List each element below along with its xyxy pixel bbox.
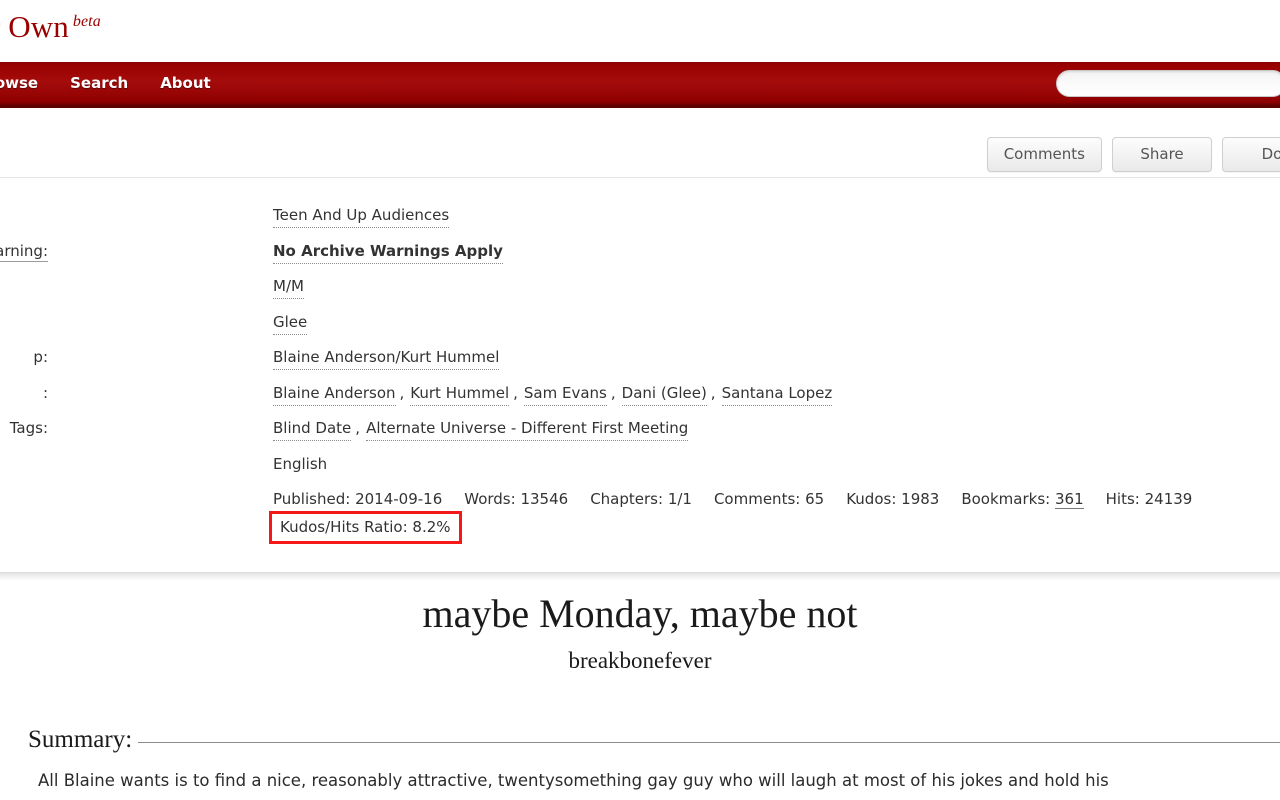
meta-row-additional-tags: Tags: Blind Date, Alternate Universe - D… <box>0 418 1280 441</box>
stat-chapters: Chapters: 1/1 <box>590 487 692 511</box>
meta-values-category: M/M <box>273 276 304 299</box>
stat-hits: Hits: 24139 <box>1106 487 1193 511</box>
download-button[interactable]: Do <box>1222 137 1280 172</box>
nav-item-search[interactable]: Search <box>54 62 144 105</box>
stat-value: 1/1 <box>667 490 692 508</box>
tag-character[interactable]: Santana Lopez <box>721 383 833 406</box>
work-heading: maybe Monday, maybe not breakbonefever <box>0 588 1280 678</box>
meta-label-characters: : <box>42 383 48 402</box>
stat-kudos: Kudos: 1983 <box>846 487 939 511</box>
work-actions-row: Comments Share Do <box>0 108 1280 178</box>
stat-comments: Comments: 65 <box>714 487 824 511</box>
site-header: ive of Our Ownbeta <box>0 0 1280 62</box>
stat-value: 24139 <box>1144 490 1193 508</box>
stat-value: 1983 <box>901 490 940 508</box>
summary-heading: Summary: <box>28 726 1280 754</box>
meta-row-fandom: Glee <box>0 312 1280 335</box>
tag-category[interactable]: M/M <box>273 276 304 299</box>
work-author-link[interactable]: breakbonefever <box>0 644 1280 678</box>
page-root: ive of Our Ownbeta Browse Search About C… <box>0 0 1280 800</box>
tag-character[interactable]: Kurt Hummel <box>410 383 510 406</box>
site-logo-title[interactable]: ive of Our Ownbeta <box>0 9 101 45</box>
stat-bookmarks: Bookmarks: 361 <box>961 487 1084 511</box>
comments-button[interactable]: Comments <box>986 137 1102 172</box>
stat-value: 2014-09-16 <box>355 490 443 508</box>
stat-label: Hits: <box>1105 490 1140 508</box>
tag-separator: , <box>355 419 361 437</box>
stat-value: 65 <box>805 490 825 508</box>
share-button[interactable]: Share <box>1112 137 1212 172</box>
meta-values-language: English <box>273 454 327 475</box>
summary-block: Summary: All Blaine wants is to find a n… <box>0 726 1280 794</box>
work-stats: Published: 2014-09-16 Words: 13546 Chapt… <box>269 487 1278 544</box>
tag-relationship[interactable]: Blaine Anderson/Kurt Hummel <box>273 347 500 370</box>
summary-text: All Blaine wants is to find a nice, reas… <box>38 771 1109 790</box>
summary-heading-rule <box>138 742 1280 743</box>
tag-archive-warning[interactable]: No Archive Warnings Apply <box>273 241 503 264</box>
search-box <box>1056 70 1280 97</box>
nav-item-about[interactable]: About <box>144 62 227 105</box>
tag-additional[interactable]: Blind Date <box>273 418 352 441</box>
kudos-hits-ratio-value: 8.2% <box>412 518 451 536</box>
stat-label: Kudos: <box>846 490 897 508</box>
work-meta-block: Teen And Up Audiences arning: No Archive… <box>0 179 1280 573</box>
stat-label: Comments: <box>713 490 801 508</box>
kudos-hits-ratio-highlight: Kudos/Hits Ratio: 8.2% <box>269 511 462 544</box>
meta-row-relationship: p: Blaine Anderson/Kurt Hummel <box>0 347 1280 370</box>
bookmarks-link[interactable]: 361 <box>1054 490 1084 509</box>
meta-row-characters: : Blaine Anderson, Kurt Hummel, Sam Evan… <box>0 383 1280 406</box>
tag-character[interactable]: Blaine Anderson <box>273 383 396 406</box>
meta-label-relationship: p: <box>33 348 48 366</box>
meta-values-warning: No Archive Warnings Apply <box>273 241 503 264</box>
site-title-text: ive of Our Own <box>0 9 69 44</box>
stat-label: Chapters: <box>590 490 664 508</box>
meta-values-additional-tags: Blind Date, Alternate Universe - Differe… <box>273 418 689 441</box>
meta-label-additional-tags: Tags: <box>9 419 48 437</box>
work-actions: Comments Share Do <box>986 137 1280 172</box>
tag-character[interactable]: Sam Evans <box>523 383 607 406</box>
tag-separator: , <box>513 383 518 402</box>
stat-words: Words: 13546 <box>464 487 568 511</box>
stat-published: Published: 2014-09-16 <box>273 487 442 511</box>
work-meta-list: Teen And Up Audiences arning: No Archive… <box>0 205 1280 544</box>
beta-label: beta <box>72 12 101 30</box>
work-title: maybe Monday, maybe not <box>422 591 858 636</box>
kudos-hits-ratio-label: Kudos/Hits Ratio: <box>280 518 408 536</box>
nav-item-list: Browse Search About <box>0 62 227 105</box>
stat-label: Words: <box>464 490 516 508</box>
search-input[interactable] <box>1056 70 1280 97</box>
tag-separator: , <box>710 383 716 402</box>
summary-heading-text: Summary: <box>28 726 133 753</box>
stat-label: Published: <box>273 490 351 508</box>
meta-row-warning: arning: No Archive Warnings Apply <box>0 241 1280 264</box>
meta-block-shadow <box>0 573 1280 581</box>
meta-values-characters: Blaine Anderson, Kurt Hummel, Sam Evans,… <box>273 383 833 406</box>
tag-rating[interactable]: Teen And Up Audiences <box>273 205 450 228</box>
meta-values-fandom: Glee <box>273 312 308 335</box>
meta-values-relationship: Blaine Anderson/Kurt Hummel <box>273 347 500 370</box>
tag-separator: , <box>610 383 616 402</box>
tag-separator: , <box>399 383 405 402</box>
tag-fandom[interactable]: Glee <box>273 312 308 335</box>
nav-item-browse[interactable]: Browse <box>0 62 54 105</box>
language-value: English <box>273 454 328 473</box>
tag-additional[interactable]: Alternate Universe - Different First Mee… <box>366 418 689 441</box>
primary-navbar: Browse Search About <box>0 62 1280 108</box>
meta-label-warning[interactable]: arning: <box>0 241 48 262</box>
meta-values-rating: Teen And Up Audiences <box>273 205 450 228</box>
stat-label: Bookmarks: <box>961 490 1051 508</box>
meta-row-category: M/M <box>0 276 1280 299</box>
meta-row-language: English <box>0 454 1280 475</box>
tag-character[interactable]: Dani (Glee) <box>621 383 707 406</box>
meta-row-rating: Teen And Up Audiences <box>0 205 1280 228</box>
stat-value: 13546 <box>520 490 569 508</box>
